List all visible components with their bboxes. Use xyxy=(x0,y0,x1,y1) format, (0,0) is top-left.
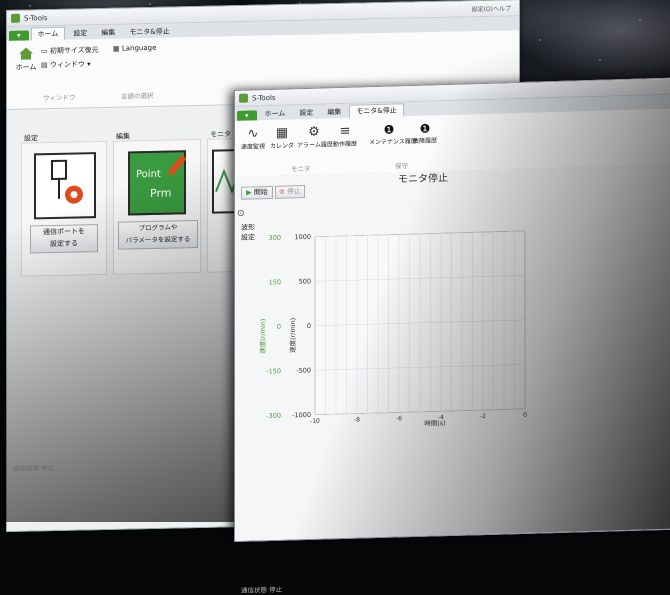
window-label: ウィンドウ xyxy=(49,60,85,70)
alarm-history-button[interactable]: ⚙ アラーム履歴 xyxy=(297,124,333,150)
back-title: S-Tools xyxy=(24,13,48,23)
y2-tick-label: -1000 xyxy=(292,411,311,420)
alarm-history-label: アラーム履歴 xyxy=(297,141,333,150)
comm-port-button[interactable]: 通信ポートを 設定する xyxy=(30,224,98,254)
y1-tick-label: 300 xyxy=(269,234,281,242)
speed-wave-icon: ∿ xyxy=(247,126,259,142)
failure-icon: ❶ xyxy=(419,121,431,136)
tab-edit[interactable]: 編集 xyxy=(95,27,121,40)
tab-home[interactable]: ホーム xyxy=(30,26,66,41)
language-icon: ▦ xyxy=(113,44,120,53)
initial-size-label: 初期サイズ復元 xyxy=(49,46,99,56)
file-menu-button-front[interactable]: ▾ xyxy=(237,110,257,121)
window-menu-button[interactable]: ▤ ウィンドウ ▾ xyxy=(41,59,91,70)
pencil-icon xyxy=(167,154,187,176)
language-label: Language xyxy=(121,43,157,53)
point-param-icon[interactable]: Point Prm xyxy=(128,150,187,216)
monitor-chart: モニタ停止 300 1000 150 500 0 0 -150 -500 -300 -1000-1… xyxy=(258,171,527,428)
chart-title: モニタ停止 xyxy=(398,171,448,185)
x-tick-label: -2 xyxy=(480,413,486,420)
app-icon xyxy=(11,13,20,23)
y1-tick-label: -150 xyxy=(266,367,281,375)
y2-tick-label: 0 xyxy=(307,322,311,330)
front-content: ▶ 開始 ⊗ 停止 ⊙ 波形 設定 モニタ停止 300 1000 150 500 0 0-… xyxy=(235,164,670,595)
maintenance-history-button[interactable]: ❶ メンテナンス履歴 xyxy=(369,122,417,147)
calendar-icon: ▦ xyxy=(275,125,289,141)
monitor-card-header: モニタ xyxy=(210,130,231,139)
calendar-label: カレンダ xyxy=(269,142,294,150)
edit-card: 編集 Point Prm プログラムや パラメータを設定する xyxy=(113,132,201,275)
group-language-label: 言語の選択 xyxy=(121,91,154,101)
x-axis-label: 時間(s) xyxy=(424,419,445,428)
y1-tick-label: -300 xyxy=(266,412,281,420)
window-restore-icon: ▭ xyxy=(41,47,48,56)
operation-history-button[interactable]: ≡ 動作履歴 xyxy=(331,124,359,149)
y1-axis-label: 速度(r/min) xyxy=(258,318,267,353)
initial-size-button[interactable]: ▭ 初期サイズ復元 xyxy=(41,45,99,56)
operation-history-label: 動作履歴 xyxy=(332,140,357,149)
home-icon xyxy=(19,47,33,60)
app-icon-front xyxy=(239,93,248,103)
y1-tick-label: 0 xyxy=(277,323,281,331)
y2-tick-label: -500 xyxy=(296,366,311,374)
calendar-button[interactable]: ▦ カレンダ xyxy=(269,125,295,150)
language-button[interactable]: ▦ Language xyxy=(113,44,156,53)
group-monitor-label: モニタ xyxy=(291,164,311,174)
settings-card: 設定 通信ポートを 設定する xyxy=(21,134,107,277)
front-window: S-Tools ▾ ホーム 設定 編集 モニタ&停止 ∿ 速度監視 ▦ カレンダ… xyxy=(234,77,670,595)
home-label: ホーム xyxy=(15,63,37,72)
operation-icon: ≡ xyxy=(339,123,351,140)
x-tick-label: -8 xyxy=(354,416,360,423)
group-window-label: ウィンドウ xyxy=(43,93,76,103)
y1-tick-label: 150 xyxy=(269,278,281,286)
point-icon-text: Point xyxy=(136,168,161,181)
edit-card-header: 編集 xyxy=(116,132,130,141)
failure-history-button[interactable]: ❶ 故障履歴 xyxy=(411,121,439,145)
failure-history-label: 故障履歴 xyxy=(412,137,437,146)
tab-edit-front[interactable]: 編集 xyxy=(321,106,347,119)
y2-axis-label: 速度(r/min) xyxy=(288,318,297,353)
front-status-bar: 通信状態 停止 xyxy=(241,585,283,595)
maintenance-history-label: メンテナンス履歴 xyxy=(369,137,417,147)
chart-grid xyxy=(314,230,526,416)
group-maint-label: 保守 xyxy=(395,162,408,171)
speed-monitor-button[interactable]: ∿ 速度監視 xyxy=(239,126,267,151)
program-param-button[interactable]: プログラムや パラメータを設定する xyxy=(118,219,198,250)
speed-monitor-label: 速度監視 xyxy=(240,143,265,151)
back-title-right: 設定(O)ヘルプ xyxy=(471,5,511,14)
file-menu-button[interactable]: ▾ xyxy=(9,30,29,41)
x-tick-label: 0 xyxy=(523,412,527,419)
y2-tick-label: 500 xyxy=(299,277,311,285)
maintenance-icon: ❶ xyxy=(383,122,395,137)
alarm-icon: ⚙ xyxy=(308,124,320,140)
tab-settings-front[interactable]: 設定 xyxy=(293,107,319,120)
tab-monitor[interactable]: モニタ&停止 xyxy=(123,25,175,38)
tab-settings[interactable]: 設定 xyxy=(67,27,93,40)
x-tick-label: -6 xyxy=(396,415,402,422)
prm-icon-text: Prm xyxy=(150,186,172,200)
home-button[interactable]: ホーム xyxy=(13,46,39,73)
x-tick-label: -10 xyxy=(310,418,320,425)
connector-gear-icon[interactable] xyxy=(34,152,96,220)
window-icon: ▤ xyxy=(41,61,48,70)
back-status-bar: 通信状態 停止 xyxy=(13,463,55,473)
front-title: S-Tools xyxy=(252,93,276,102)
settings-card-header: 設定 xyxy=(24,134,38,143)
y2-tick-label: 1000 xyxy=(294,233,311,241)
tab-home-front[interactable]: ホーム xyxy=(259,107,292,120)
